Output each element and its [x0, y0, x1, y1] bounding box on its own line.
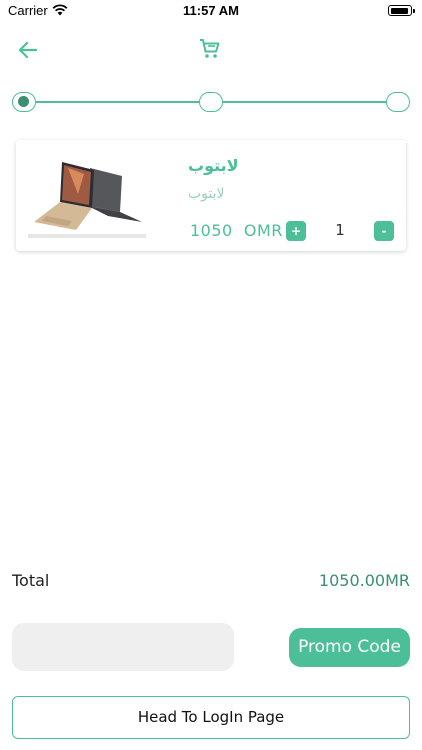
product-price: 1050 OMR: [190, 221, 283, 240]
step-connector: [36, 101, 199, 103]
product-subtitle: لابتوب: [188, 186, 225, 202]
active-step-dot: [18, 96, 29, 107]
total-label: Total: [12, 571, 50, 590]
step-3-indicator: [386, 92, 410, 112]
quantity-value: 1: [335, 221, 345, 239]
step-1-indicator: [12, 92, 36, 112]
promo-code-button[interactable]: Promo Code: [289, 628, 410, 667]
login-page-button[interactable]: Head To LogIn Page: [12, 696, 410, 739]
battery-icon: [388, 5, 415, 16]
shopping-cart-icon: [200, 39, 220, 58]
laptop-image: [28, 162, 146, 238]
arrow-left-icon[interactable]: [16, 38, 40, 62]
total-value: 1050.00MR: [318, 571, 410, 590]
decrease-quantity-button[interactable]: -: [374, 221, 394, 241]
status-bar: Carrier 11:57 AM: [0, 0, 422, 22]
increase-quantity-button[interactable]: +: [286, 221, 306, 241]
step-connector: [223, 101, 386, 103]
cart-item-card: لابتوب لابتوب 1050 OMR + 1 -: [16, 140, 406, 251]
clock: 11:57 AM: [183, 3, 239, 18]
promo-code-input[interactable]: [12, 623, 234, 671]
product-title: لابتوب: [188, 156, 239, 175]
step-2-indicator: [199, 92, 223, 112]
checkout-stepper: [0, 90, 422, 114]
battery-fill: [390, 7, 408, 14]
